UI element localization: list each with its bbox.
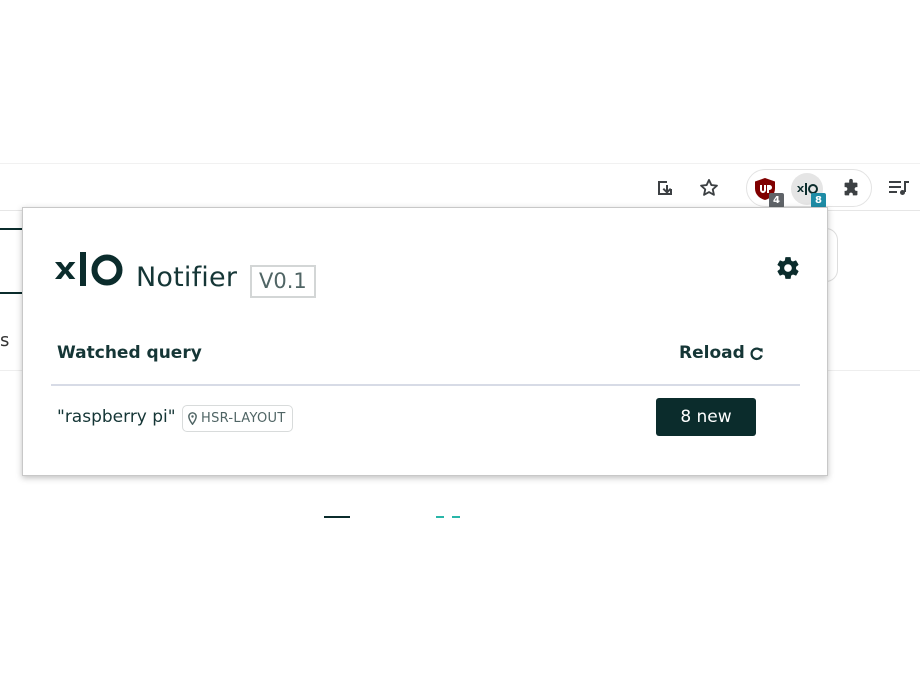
ublock-origin-icon[interactable]: 4 bbox=[749, 173, 784, 208]
version-badge: V0.1 bbox=[250, 265, 316, 298]
star-icon[interactable] bbox=[694, 173, 724, 203]
page-text-fragment: s bbox=[0, 330, 10, 351]
install-download-icon[interactable] bbox=[650, 173, 680, 203]
extensions-group: 4 8 bbox=[746, 169, 872, 208]
page-decoration bbox=[324, 516, 350, 518]
notifier-popup: Notifier V0.1 Watched query Reload "rasp… bbox=[22, 207, 828, 476]
browser-toolbar: 4 8 bbox=[0, 163, 920, 211]
xio-logo bbox=[55, 252, 123, 286]
reload-label: Reload bbox=[679, 343, 745, 363]
xio-count-badge: 8 bbox=[811, 193, 826, 208]
location-badge: HSR-LAYOUT bbox=[182, 405, 293, 432]
ublock-count-badge: 4 bbox=[769, 193, 784, 208]
xio-notifier-extension-icon[interactable]: 8 bbox=[791, 173, 826, 208]
watched-query-header: Watched query bbox=[57, 343, 202, 363]
page-decoration bbox=[452, 516, 460, 518]
query-text: "raspberry pi" bbox=[57, 407, 176, 427]
reload-button[interactable]: Reload bbox=[679, 343, 764, 363]
location-label: HSR-LAYOUT bbox=[201, 411, 286, 426]
page-decoration bbox=[436, 516, 444, 518]
new-results-button[interactable]: 8 new bbox=[656, 398, 756, 436]
gear-icon[interactable] bbox=[775, 255, 801, 281]
map-pin-icon bbox=[188, 412, 197, 425]
puzzle-piece-icon[interactable] bbox=[835, 173, 867, 205]
popup-title: Notifier bbox=[136, 262, 238, 293]
page-search-box-edge bbox=[0, 228, 22, 294]
browser-window: 4 8 s Notifier V0.1 Watched query Reload… bbox=[0, 0, 920, 680]
refresh-icon bbox=[750, 347, 763, 360]
header-divider bbox=[51, 384, 800, 386]
media-queue-icon[interactable] bbox=[884, 173, 914, 203]
